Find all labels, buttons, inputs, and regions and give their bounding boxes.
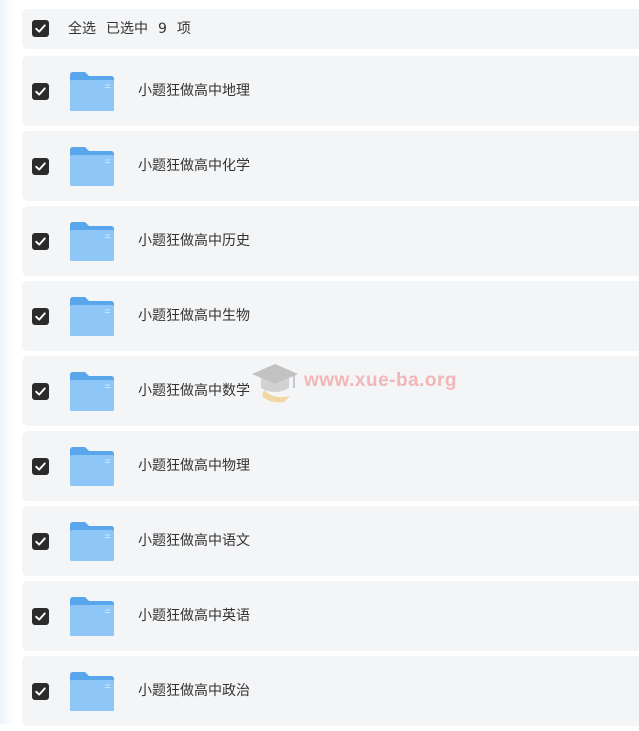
left-panel-edge	[0, 0, 14, 724]
item-checkbox[interactable]	[32, 383, 49, 400]
list-item[interactable]: 小题狂做高中语文	[22, 506, 639, 576]
item-checkbox[interactable]	[32, 458, 49, 475]
list-item[interactable]: 小题狂做高中化学	[22, 131, 639, 201]
checkmark-icon	[35, 24, 46, 33]
checkmark-icon	[35, 237, 46, 246]
list-item[interactable]: 小题狂做高中英语	[22, 581, 639, 651]
item-checkbox[interactable]	[32, 683, 49, 700]
folder-name[interactable]: 小题狂做高中语文	[138, 506, 250, 576]
folder-name[interactable]: 小题狂做高中英语	[138, 581, 250, 651]
selection-summary: 全选 已选中 9 项	[68, 9, 201, 49]
checkmark-icon	[35, 687, 46, 696]
folder-name[interactable]: 小题狂做高中数学	[138, 356, 250, 426]
folder-name[interactable]: 小题狂做高中地理	[138, 56, 250, 126]
folder-name[interactable]: 小题狂做高中政治	[138, 656, 250, 726]
folder-name[interactable]: 小题狂做高中历史	[138, 206, 250, 276]
folder-icon	[70, 522, 114, 561]
checkmark-icon	[35, 537, 46, 546]
list-item[interactable]: 小题狂做高中物理	[22, 431, 639, 501]
folder-icon	[70, 222, 114, 261]
folder-icon	[70, 597, 114, 636]
folder-icon	[70, 72, 114, 111]
item-checkbox[interactable]	[32, 233, 49, 250]
item-checkbox[interactable]	[32, 533, 49, 550]
folder-icon	[70, 447, 114, 486]
selected-suffix: 项	[176, 21, 191, 37]
folder-name[interactable]: 小题狂做高中物理	[138, 431, 250, 501]
list-item[interactable]: 小题狂做高中地理	[22, 56, 639, 126]
item-checkbox[interactable]	[32, 83, 49, 100]
item-checkbox[interactable]	[32, 308, 49, 325]
folder-icon	[70, 297, 114, 336]
checkmark-icon	[35, 87, 46, 96]
item-checkbox[interactable]	[32, 608, 49, 625]
list-item[interactable]: 小题狂做高中政治	[22, 656, 639, 726]
select-all-label[interactable]: 全选	[68, 21, 96, 37]
item-checkbox[interactable]	[32, 158, 49, 175]
list-item[interactable]: 小题狂做高中数学	[22, 356, 639, 426]
selected-prefix: 已选中	[106, 21, 148, 37]
checkmark-icon	[35, 462, 46, 471]
selection-header: 全选 已选中 9 项	[22, 9, 639, 49]
checkmark-icon	[35, 312, 46, 321]
folder-icon	[70, 147, 114, 186]
list-item[interactable]: 小题狂做高中生物	[22, 281, 639, 351]
selected-count: 9	[158, 21, 167, 37]
checkmark-icon	[35, 387, 46, 396]
folder-list: 小题狂做高中地理 小题狂做高中化学 小题狂做高中历史 小题狂做高中生物 小题狂做…	[22, 56, 639, 731]
checkmark-icon	[35, 612, 46, 621]
checkmark-icon	[35, 162, 46, 171]
folder-name[interactable]: 小题狂做高中生物	[138, 281, 250, 351]
folder-icon	[70, 672, 114, 711]
folder-icon	[70, 372, 114, 411]
select-all-checkbox[interactable]	[32, 20, 49, 37]
list-item[interactable]: 小题狂做高中历史	[22, 206, 639, 276]
folder-name[interactable]: 小题狂做高中化学	[138, 131, 250, 201]
